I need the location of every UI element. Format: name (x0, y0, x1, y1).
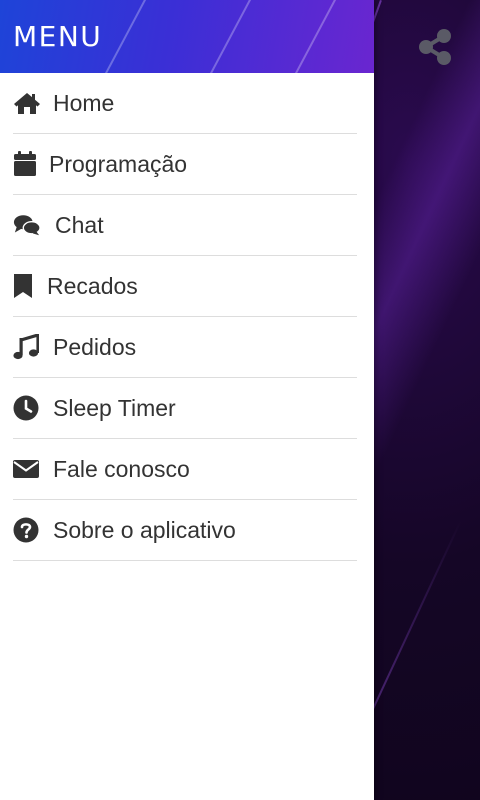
drawer-title: MENU (13, 20, 103, 53)
menu-item-sleep-timer[interactable]: Sleep Timer (13, 378, 357, 439)
menu-item-label: Sobre o aplicativo (53, 516, 236, 543)
bookmark-icon (13, 272, 35, 300)
question-circle-icon (13, 516, 41, 544)
menu-item-pedidos[interactable]: Pedidos (13, 317, 357, 378)
navigation-drawer: MENU Home Programação Chat Recados Pedid… (0, 0, 374, 800)
menu-item-programacao[interactable]: Programação (13, 134, 357, 195)
menu-item-label: Sleep Timer (53, 394, 176, 421)
menu-item-fale-conosco[interactable]: Fale conosco (13, 439, 357, 500)
clock-icon (13, 394, 41, 422)
menu-item-label: Pedidos (53, 333, 137, 360)
menu-item-label: Fale conosco (53, 455, 190, 482)
menu-item-home[interactable]: Home (13, 73, 357, 134)
home-icon (13, 89, 41, 117)
menu-item-label: Recados (47, 272, 138, 299)
music-icon (13, 333, 41, 361)
menu-item-label: Programação (49, 150, 188, 177)
menu-list: Home Programação Chat Recados Pedidos Sl… (0, 73, 374, 561)
share-icon (419, 29, 451, 65)
chat-icon (13, 211, 41, 239)
calendar-icon (13, 150, 41, 178)
menu-item-recados[interactable]: Recados (13, 256, 357, 317)
share-button[interactable] (414, 26, 456, 68)
drawer-header: MENU (0, 0, 374, 73)
menu-item-sobre-o-aplicativo[interactable]: Sobre o aplicativo (13, 500, 357, 561)
menu-item-label: Home (53, 89, 115, 116)
envelope-icon (13, 455, 41, 483)
menu-item-label: Chat (55, 211, 104, 238)
app-screen: MENU Home Programação Chat Recados Pedid… (0, 0, 480, 800)
menu-item-chat[interactable]: Chat (13, 195, 357, 256)
